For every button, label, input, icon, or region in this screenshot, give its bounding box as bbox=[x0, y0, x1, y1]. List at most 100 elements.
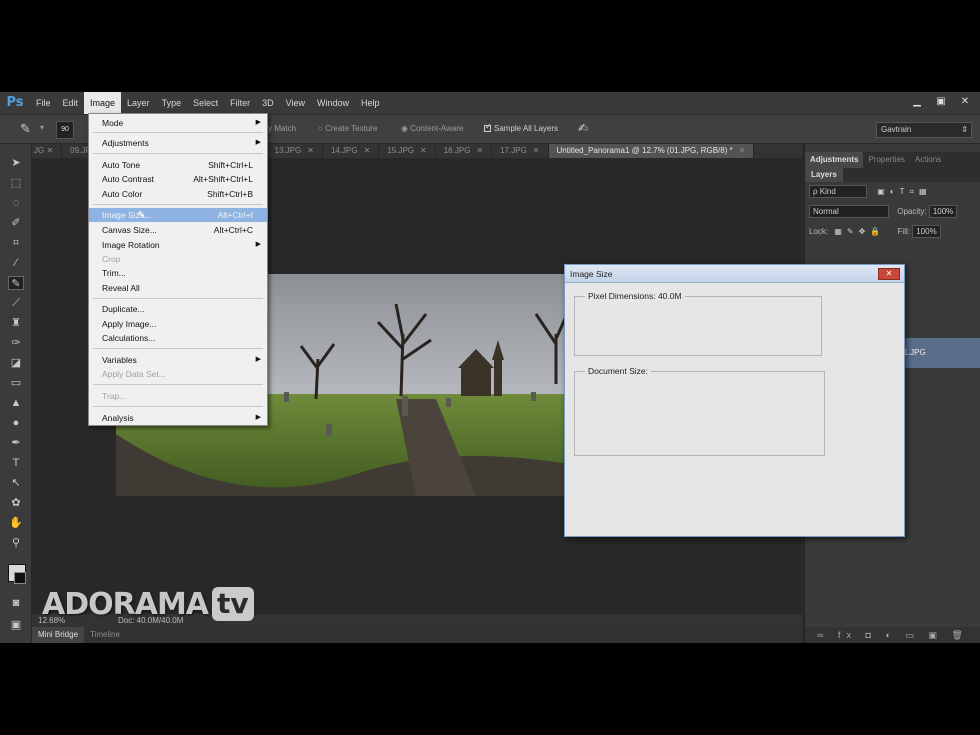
close-icon[interactable]: ✕ bbox=[878, 268, 900, 280]
menu-item-auto-contrast[interactable]: Auto Contrast Alt+Shift+Ctrl+L bbox=[89, 172, 267, 186]
crop-tool-icon[interactable]: ⌗ bbox=[8, 236, 24, 250]
tab-actions[interactable]: Actions bbox=[910, 152, 946, 168]
gradient-tool-icon[interactable]: ▭ bbox=[8, 376, 24, 390]
shape-tool-icon[interactable]: ✿ bbox=[8, 496, 24, 510]
panel-tabs: Adjustments Properties Actions bbox=[805, 152, 980, 168]
pressure-size-icon[interactable]: ✍ bbox=[578, 121, 588, 135]
menu-image[interactable]: Image bbox=[84, 92, 122, 114]
menu-item-image-rotation[interactable]: Image Rotation ▶ bbox=[89, 238, 267, 252]
tab-layers[interactable]: Layers bbox=[805, 168, 843, 182]
healing-brush-tool-icon[interactable]: ✎ bbox=[8, 276, 24, 290]
tab-overflow-left[interactable]: JG ✕ bbox=[32, 144, 63, 158]
menu-item-analysis[interactable]: Analysis ▶ bbox=[89, 411, 267, 425]
minimize-icon[interactable]: ▁ bbox=[908, 95, 926, 109]
menu-separator bbox=[93, 384, 263, 385]
tab-15[interactable]: 15.JPG ✕ bbox=[379, 144, 436, 158]
marquee-tool-icon[interactable]: ⬚ bbox=[8, 176, 24, 190]
menu-item-apply-data-set: Apply Data Set... bbox=[102, 369, 166, 379]
background-color-swatch[interactable] bbox=[14, 572, 26, 584]
tab-untitled-panorama[interactable]: Untitled_Panorama1 @ 12.7% (01.JPG, RGB/… bbox=[548, 144, 755, 158]
fill-input[interactable]: 100% bbox=[912, 225, 941, 239]
menu-layer[interactable]: Layer bbox=[121, 92, 156, 114]
filter-icons[interactable]: ▣◐T⌗▦ bbox=[877, 187, 931, 196]
blur-tool-icon[interactable]: ▲ bbox=[8, 396, 24, 410]
blend-mode-select[interactable]: Normal bbox=[809, 205, 889, 219]
photoshop-window: Ps File Edit Image Layer Type Select Fil… bbox=[0, 92, 980, 643]
restore-icon[interactable]: ▣ bbox=[932, 95, 950, 109]
document-size-label: Document Size: bbox=[585, 366, 651, 376]
quick-select-tool-icon[interactable]: ✐ bbox=[8, 216, 24, 230]
menu-item-apply-image[interactable]: Apply Image... bbox=[89, 317, 267, 331]
zoom-tool-icon[interactable]: ⚲ bbox=[8, 536, 24, 550]
tab-17[interactable]: 17.JPG ✕ bbox=[492, 144, 549, 158]
pixel-dimensions-label: Pixel Dimensions: bbox=[588, 291, 656, 301]
tab-adjustments[interactable]: Adjustments bbox=[805, 152, 864, 168]
close-icon[interactable]: ✕ bbox=[956, 95, 974, 109]
menu-item-auto-tone[interactable]: Auto Tone Shift+Ctrl+L bbox=[89, 158, 267, 172]
close-icon[interactable]: ✕ bbox=[476, 146, 483, 155]
quick-mask-icon[interactable]: ◙ bbox=[8, 596, 24, 610]
menu-item-variables[interactable]: Variables ▶ bbox=[89, 353, 267, 367]
menu-bar: Ps File Edit Image Layer Type Select Fil… bbox=[0, 92, 980, 114]
menu-item-duplicate[interactable]: Duplicate... bbox=[89, 302, 267, 316]
menu-item-canvas-size[interactable]: Canvas Size... Alt+Ctrl+C bbox=[89, 223, 267, 237]
move-tool-icon[interactable]: ➤ bbox=[8, 156, 24, 170]
type-tool-icon[interactable]: T bbox=[8, 456, 24, 470]
menu-select[interactable]: Select bbox=[187, 92, 224, 114]
eyedropper-tool-icon[interactable]: ⁄ bbox=[8, 256, 24, 270]
close-icon[interactable]: ✕ bbox=[739, 146, 746, 155]
history-brush-tool-icon[interactable]: ✑ bbox=[8, 336, 24, 350]
clone-stamp-tool-icon[interactable]: ♜ bbox=[8, 316, 24, 330]
pen-tool-icon[interactable]: ✒ bbox=[8, 436, 24, 450]
menu-filter[interactable]: Filter bbox=[224, 92, 256, 114]
bottom-panel-tabs: Mini Bridge Timeline bbox=[32, 627, 802, 643]
brush-size-picker[interactable]: 90 bbox=[56, 121, 74, 139]
menu-help[interactable]: Help bbox=[355, 92, 386, 114]
hand-tool-icon[interactable]: ✋ bbox=[8, 516, 24, 530]
close-icon[interactable]: ✕ bbox=[420, 146, 427, 155]
close-icon[interactable]: ✕ bbox=[364, 146, 371, 155]
menu-edit[interactable]: Edit bbox=[57, 92, 85, 114]
brush-tool-icon[interactable]: ⟋ bbox=[8, 296, 24, 310]
workspace-selector[interactable]: Gavtrain ⇕ bbox=[876, 122, 972, 138]
close-icon[interactable]: ✕ bbox=[307, 146, 314, 155]
opacity-input[interactable]: 100% bbox=[928, 205, 958, 219]
content-aware-option[interactable]: ◉ Content-Aware bbox=[401, 124, 463, 133]
dodge-tool-icon[interactable]: ● bbox=[8, 416, 24, 430]
menu-file[interactable]: File bbox=[30, 92, 57, 114]
healing-brush-icon[interactable]: ✎ bbox=[20, 121, 31, 137]
submenu-arrow-icon: ▶ bbox=[255, 356, 261, 363]
lasso-tool-icon[interactable]: ◌ bbox=[8, 196, 24, 210]
tab-timeline[interactable]: Timeline bbox=[84, 627, 126, 643]
menu-item-reveal-all[interactable]: Reveal All bbox=[89, 281, 267, 295]
close-icon[interactable]: ✕ bbox=[533, 146, 540, 155]
screen-mode-icon[interactable]: ▣ bbox=[8, 618, 24, 632]
kind-filter-select[interactable]: ρ Kind bbox=[809, 185, 867, 199]
radio-icon: ◉ bbox=[401, 124, 411, 133]
eraser-tool-icon[interactable]: ◪ bbox=[8, 356, 24, 370]
lock-icons[interactable]: ▦✎✥🔒 bbox=[834, 227, 885, 236]
menu-item-adjustments[interactable]: Adjustments ▶ bbox=[89, 136, 267, 150]
path-select-tool-icon[interactable]: ↖ bbox=[8, 476, 24, 490]
menu-item-calculations[interactable]: Calculations... bbox=[89, 331, 267, 345]
menu-3d[interactable]: 3D bbox=[256, 92, 280, 114]
menu-window[interactable]: Window bbox=[311, 92, 355, 114]
menu-item-image-size[interactable]: Image Size... Alt+Ctrl+I ↖ bbox=[89, 208, 267, 222]
menu-type[interactable]: Type bbox=[156, 92, 188, 114]
document-size-group: Document Size: bbox=[574, 366, 825, 456]
chevron-down-icon[interactable]: ▾ bbox=[40, 123, 44, 132]
tab-14[interactable]: 14.JPG ✕ bbox=[323, 144, 380, 158]
menu-separator bbox=[93, 132, 263, 133]
tab-mini-bridge[interactable]: Mini Bridge bbox=[32, 627, 85, 643]
sample-all-layers-checkbox[interactable]: Sample All Layers bbox=[484, 122, 558, 133]
create-texture-option[interactable]: ○ Create Texture bbox=[318, 124, 377, 133]
tab-16[interactable]: 16.JPG ✕ bbox=[436, 144, 493, 158]
layers-footer-icons[interactable]: ∞ fx ◘ ◐ ▭ ▣ 🗑 bbox=[805, 627, 980, 643]
tab-properties[interactable]: Properties bbox=[863, 152, 909, 168]
menu-item-auto-color[interactable]: Auto Color Shift+Ctrl+B bbox=[89, 187, 267, 201]
menu-view[interactable]: View bbox=[280, 92, 311, 114]
menu-item-trim[interactable]: Trim... bbox=[89, 266, 267, 280]
dialog-title: Image Size bbox=[565, 265, 904, 283]
tab-13[interactable]: 13.JPG ✕ bbox=[267, 144, 323, 158]
menu-item-mode[interactable]: Mode ▶ bbox=[89, 116, 267, 130]
